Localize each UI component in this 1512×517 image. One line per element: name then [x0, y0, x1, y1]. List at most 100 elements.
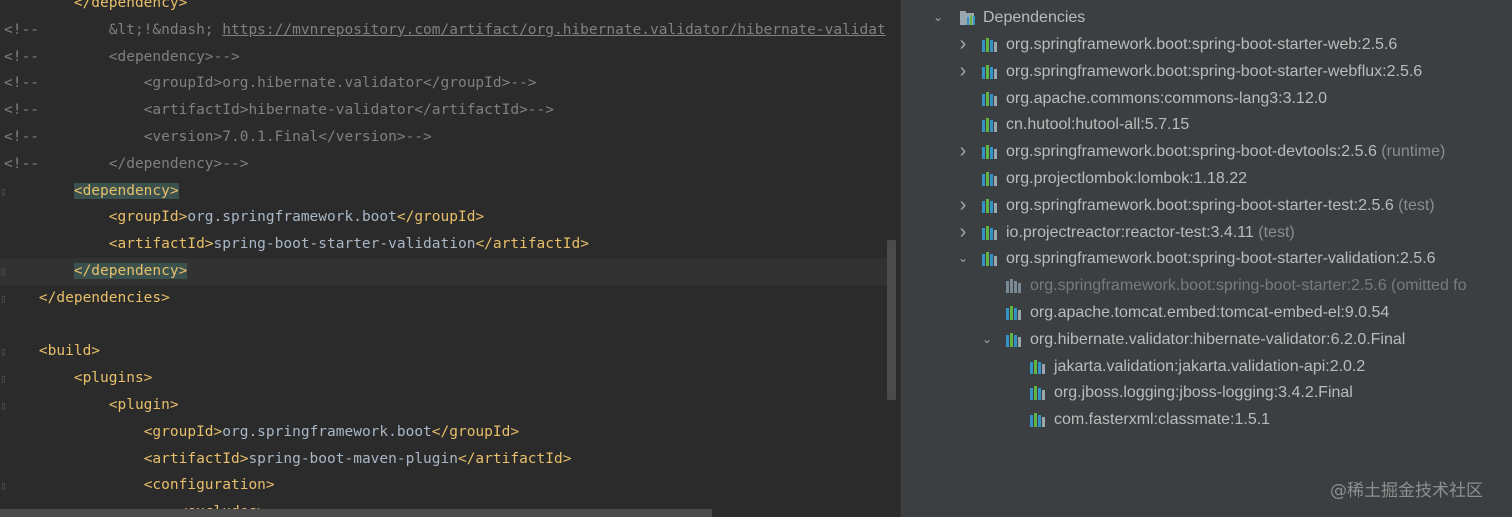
code-token: <plugin> — [108, 397, 179, 413]
code-text: <dependency> — [4, 178, 179, 205]
code-text: <version>7.0.1.Final</version>--> — [4, 124, 432, 151]
code-text: </dependencies> — [4, 285, 170, 312]
chevron-right-icon[interactable]: › — [956, 58, 970, 85]
dependency-node[interactable]: › org.springframework.boot:spring-boot-st… — [956, 31, 1512, 58]
library-icon — [1006, 279, 1024, 294]
dependency-coordinates: org.springframework.boot:spring-boot-sta… — [1006, 196, 1394, 214]
library-icon — [982, 91, 1000, 106]
code-line[interactable]: ▯ <plugin> — [0, 392, 887, 419]
code-line[interactable]: ▯ <dependency> — [0, 178, 887, 205]
dependency-scope: (test) — [1253, 223, 1295, 241]
dependency-node[interactable]: cn.hutool:hutool-all:5.7.15 — [956, 111, 1512, 138]
code-token: <configuration> — [143, 477, 275, 494]
library-icon — [982, 64, 1000, 79]
dependency-node[interactable]: org.projectlombok:lombok:1.18.22 — [956, 165, 1512, 192]
code-line[interactable] — [0, 312, 887, 339]
code-text: <build> — [4, 338, 100, 365]
dependency-node[interactable]: ⌄ org.hibernate.validator:hibernate-valid… — [980, 326, 1512, 353]
code-token: <groupId> — [108, 209, 188, 226]
editor-horizontal-scrollbar[interactable] — [0, 509, 712, 517]
code-text: </dependency>--> — [4, 151, 249, 178]
chevron-down-icon[interactable]: ⌄ — [931, 4, 945, 31]
code-token: spring-boot-maven-plugin — [248, 450, 458, 467]
dependency-node[interactable]: com.fasterxml:classmate:1.5.1 — [1004, 406, 1512, 433]
dependency-node[interactable]: org.springframework.boot:spring-boot-sta… — [980, 272, 1512, 299]
dependency-coordinates: org.apache.tomcat.embed:tomcat-embed-el:… — [1030, 304, 1390, 321]
dependency-label: org.apache.tomcat.embed:tomcat-embed-el:… — [1030, 299, 1389, 326]
dependency-label: cn.hutool:hutool-all:5.7.15 — [1006, 111, 1189, 138]
dependency-coordinates: org.springframework.boot:spring-boot-sta… — [1030, 277, 1467, 295]
dependencies-label: Dependencies — [983, 9, 1086, 26]
dependency-label: org.springframework.boot:spring-boot-sta… — [1006, 245, 1436, 272]
dependency-node[interactable]: › org.springframework.boot:spring-boot-st… — [956, 192, 1512, 219]
code-line[interactable]: ▯ </dependency> — [0, 258, 887, 285]
dependency-node[interactable]: org.jboss.logging:jboss-logging:3.4.2.Fi… — [1004, 379, 1512, 406]
dependencies-node[interactable]: ⌄ Dependencies — [931, 4, 1491, 31]
code-text: <plugin> — [4, 392, 179, 419]
code-token: </dependencies> — [38, 289, 170, 306]
code-token: <groupId>org.hibernate.validator</groupI… — [143, 75, 537, 92]
code-line[interactable]: <!-- <artifactId>hibernate-validator</ar… — [0, 97, 887, 124]
code-line[interactable]: ▯ </dependencies> — [0, 285, 887, 312]
dependency-node[interactable]: › org.springframework.boot:spring-boot-st… — [956, 58, 1512, 85]
chevron-down-icon[interactable]: ⌄ — [956, 245, 970, 272]
chevron-right-icon[interactable]: › — [956, 31, 970, 58]
editor-vertical-scrollbar[interactable] — [887, 240, 896, 400]
code-line[interactable]: <!-- <dependency>--> — [0, 44, 887, 71]
code-line[interactable]: </dependency> — [0, 0, 887, 17]
code-line[interactable]: <!-- &lt;!&ndash; https://mvnrepository.… — [0, 17, 887, 44]
dependency-node[interactable]: › io.projectreactor:reactor-test:3.4.11 (… — [956, 219, 1512, 246]
code-text: <artifactId>spring-boot-maven-plugin</ar… — [4, 446, 572, 473]
code-token: org.springframework.boot — [187, 209, 397, 226]
code-token: <artifactId> — [143, 450, 249, 467]
code-line[interactable]: <!-- <groupId>org.hibernate.validator</g… — [0, 70, 887, 97]
dependency-node[interactable]: jakarta.validation:jakarta.validation-ap… — [1004, 353, 1512, 380]
dependency-coordinates: jakarta.validation:jakarta.validation-ap… — [1054, 357, 1366, 375]
code-line[interactable]: <!-- </dependency>--> — [0, 151, 887, 178]
dependency-coordinates: io.projectreactor:reactor-test:3.4.11 — [1006, 223, 1254, 241]
chevron-right-icon[interactable]: › — [956, 192, 970, 219]
library-icon — [1006, 306, 1024, 320]
dependency-node[interactable]: ⌄ org.springframework.boot:spring-boot-st… — [956, 245, 1512, 272]
dependency-label: org.jboss.logging:jboss-logging:3.4.2.Fi… — [1054, 379, 1353, 406]
dependency-node[interactable]: org.apache.commons:commons-lang3:3.12.0 — [956, 85, 1512, 112]
code-token: <artifactId>hibernate-validator</artifac… — [143, 102, 554, 119]
dependency-label: org.springframework.boot:spring-boot-sta… — [1006, 192, 1435, 219]
code-token: </groupId> — [396, 209, 485, 226]
library-icon — [982, 172, 1000, 186]
code-line[interactable]: <!-- <version>7.0.1.Final</version>--> — [0, 124, 887, 151]
code-token: <groupId> — [143, 423, 223, 440]
library-icon — [1030, 359, 1048, 374]
watermark: @稀土掘金技术社区 — [1330, 481, 1483, 501]
code-line[interactable]: ▯ <plugins> — [0, 365, 887, 392]
code-editor[interactable]: </dependency> <!-- &lt;!&ndash; https://m… — [0, 0, 900, 517]
library-icon — [982, 38, 1000, 52]
dependency-coordinates: org.springframework.boot:spring-boot-sta… — [1006, 36, 1398, 53]
code-text: <groupId>org.hibernate.validator</groupI… — [4, 70, 537, 97]
code-token: spring-boot-starter-validation — [213, 236, 476, 253]
dependency-coordinates: org.springframework.boot:spring-boot-sta… — [1006, 250, 1436, 268]
code-line[interactable]: <artifactId>spring-boot-maven-plugin</ar… — [0, 446, 887, 473]
code-token: <version>7.0.1.Final</version>--> — [143, 129, 432, 145]
chevron-down-icon[interactable]: ⌄ — [980, 326, 994, 353]
code-line[interactable]: ▯ <configuration> — [0, 472, 887, 499]
dependency-coordinates: org.projectlombok:lombok:1.18.22 — [1006, 170, 1248, 187]
code-line[interactable]: <artifactId>spring-boot-starter-validati… — [0, 231, 887, 258]
code-token: &lt;!&ndash; — [108, 21, 223, 38]
code-text: &lt;!&ndash; https://mvnrepository.com/a… — [4, 17, 886, 44]
code-token: </dependency>--> — [108, 155, 249, 172]
dependency-node[interactable]: › org.springframework.boot:spring-boot-de… — [956, 138, 1512, 165]
code-token: org.springframework.boot — [222, 423, 432, 440]
library-icon — [982, 198, 1000, 213]
code-token: https://mvnrepository.com/artifact/org.h… — [222, 21, 886, 38]
library-icon — [982, 252, 1000, 267]
code-token: <plugins> — [73, 370, 153, 387]
code-line[interactable]: <groupId>org.springframework.boot</group… — [0, 419, 887, 446]
code-line[interactable]: <groupId>org.springframework.boot</group… — [0, 204, 887, 231]
chevron-right-icon[interactable]: › — [956, 219, 970, 246]
dependency-label: org.springframework.boot:spring-boot-sta… — [1006, 31, 1397, 58]
dependency-node[interactable]: org.apache.tomcat.embed:tomcat-embed-el:… — [980, 299, 1512, 326]
chevron-right-icon[interactable]: › — [956, 138, 970, 165]
dependency-label: org.projectlombok:lombok:1.18.22 — [1006, 165, 1247, 192]
code-line[interactable]: ▯ <build> — [0, 338, 887, 365]
